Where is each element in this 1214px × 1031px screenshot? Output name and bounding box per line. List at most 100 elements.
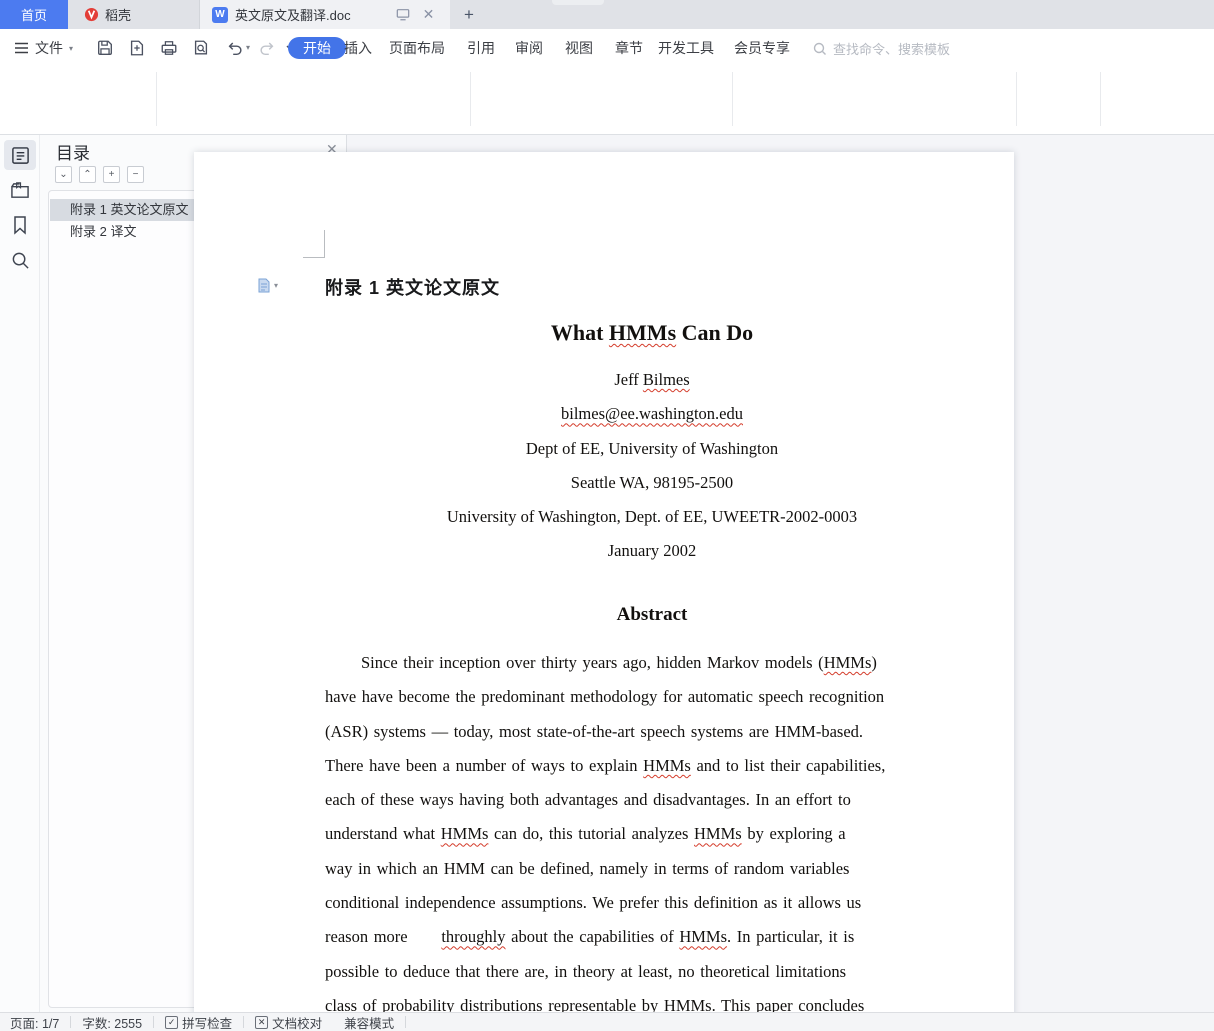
text-run: Seattle WA, 98195-2500 bbox=[570, 472, 734, 492]
tab-home-label: 首页 bbox=[20, 8, 47, 23]
tab-docer-label: 稻壳 bbox=[105, 8, 132, 23]
text-run: There have been a number of ways to expl… bbox=[325, 755, 644, 775]
tab-document-label: 英文原文及翻译.doc bbox=[235, 8, 351, 23]
undo-icon[interactable] bbox=[226, 39, 244, 57]
chevron-down-icon: ▾ bbox=[274, 281, 279, 290]
toc-panel-title: 目录 bbox=[56, 144, 90, 163]
print-icon[interactable] bbox=[160, 39, 178, 57]
hamburger-icon bbox=[15, 42, 28, 54]
command-search-placeholder: 查找命令、搜索模板 bbox=[833, 42, 951, 57]
main-area: 目录 ✕ ⌄ ⌃ + − 智能识别目录 附录 1 英文论文原文附录 2 译文 ▾… bbox=[0, 135, 1214, 1012]
window-drag-notch bbox=[552, 0, 604, 5]
doc-center-line: Seattle WA, 98195-2500 bbox=[325, 466, 979, 500]
proofread-toggle[interactable]: ✕ 文档校对 bbox=[255, 1013, 322, 1031]
text-run: and to list their capabilities, bbox=[690, 755, 886, 775]
file-menu-button[interactable]: 文件 ▾ bbox=[14, 37, 73, 59]
close-tab-icon[interactable]: ✕ bbox=[423, 6, 435, 23]
tab-docer[interactable]: 稻壳 bbox=[68, 0, 200, 29]
expand-level-button[interactable]: + bbox=[103, 166, 120, 183]
eye-protect-monitor-icon[interactable] bbox=[396, 8, 410, 21]
save-icon[interactable] bbox=[96, 39, 114, 57]
bookmark-icon bbox=[14, 216, 26, 235]
bookmark-panel-button[interactable] bbox=[4, 210, 36, 240]
chevron-down-icon: ▾ bbox=[69, 43, 74, 53]
writer-doc-icon: W bbox=[212, 6, 228, 23]
text-run: (ASR) systems — today, most state-of-the… bbox=[325, 721, 864, 741]
command-search[interactable]: 查找命令、搜索模板 bbox=[813, 39, 950, 58]
doc-body-line: have have become the predominant methodo… bbox=[325, 680, 1214, 714]
ribbon-toolbar: 粘贴 ▾ ✂ 剪切 复制 格式刷 黑体▾ 小三▾ A+ A− wén文 ▾ B … bbox=[0, 66, 1214, 195]
text-run: conditional independence assumptions. We… bbox=[325, 893, 862, 913]
misspelled-word: bilmes@ee.washington.edu bbox=[561, 404, 743, 424]
spellcheck-toggle[interactable]: ✓ 拼写检查 bbox=[165, 1013, 232, 1031]
undo-dropdown-icon[interactable]: ▾ bbox=[246, 43, 250, 52]
file-menu-label: 文件 bbox=[35, 40, 63, 56]
doc-center-line: Jeff Bilmes bbox=[325, 363, 979, 397]
text-run: class of probability distributions repre… bbox=[325, 995, 865, 1012]
abstract-heading: Abstract bbox=[616, 604, 688, 625]
doc-center-line: Dept of EE, University of Washington bbox=[325, 432, 979, 466]
menu-tab-9[interactable]: 会员专享 bbox=[730, 37, 794, 59]
sidebar-icon-strip bbox=[0, 135, 40, 1012]
paragraph-handle[interactable]: ▾ bbox=[257, 278, 278, 293]
misspelled-word: Bilmes bbox=[642, 370, 690, 389]
doc-body-line: class of probability distributions repre… bbox=[325, 989, 1214, 1012]
misspelled-word: HMMs bbox=[679, 927, 728, 947]
chapter-panel-button[interactable] bbox=[4, 175, 36, 205]
text-run: Dept of EE, University of Washington bbox=[525, 438, 779, 458]
compatibility-mode[interactable]: 兼容模式 bbox=[344, 1013, 394, 1031]
export-pdf-icon[interactable] bbox=[128, 39, 146, 57]
menu-tab-3[interactable]: 页面布局 bbox=[385, 37, 449, 59]
expand-all-button[interactable]: ⌄ bbox=[55, 166, 72, 183]
menu-tab-6[interactable]: 视图 bbox=[561, 37, 597, 59]
misspelled-word: HMMs bbox=[694, 824, 742, 844]
text-run: have have become the predominant methodo… bbox=[325, 687, 885, 707]
status-bar: 页面: 1/7 字数: 2555 ✓ 拼写检查 ✕ 文档校对 兼容模式 bbox=[0, 1012, 1214, 1031]
print-preview-icon[interactable] bbox=[192, 39, 210, 57]
doc-center-line: January 2002 bbox=[325, 534, 979, 568]
doc-body-line: conditional independence assumptions. We… bbox=[325, 886, 1214, 920]
menu-tab-5[interactable]: 审阅 bbox=[511, 37, 547, 59]
tab-document[interactable]: W 英文原文及翻译.doc ✕ bbox=[200, 0, 450, 29]
tab-home[interactable]: 首页 bbox=[0, 0, 68, 29]
author-block: Jeff Bilmes bilmes@ee.washington.edu Dept … bbox=[325, 363, 979, 569]
new-tab-button[interactable]: + bbox=[458, 4, 480, 26]
checkmark-checkbox-icon: ✓ bbox=[165, 1015, 179, 1029]
page-indicator[interactable]: 页面: 1/7 bbox=[10, 1013, 59, 1031]
redo-icon[interactable] bbox=[258, 39, 276, 57]
search-icon bbox=[813, 42, 826, 55]
menu-tab-8[interactable]: 开发工具 bbox=[654, 37, 718, 59]
misspelled-word: HMMs bbox=[440, 824, 489, 844]
collapse-level-button[interactable]: − bbox=[127, 166, 144, 183]
menu-tab-1[interactable]: 开始 bbox=[288, 37, 346, 59]
abstract-body: Since their inception over thirty years … bbox=[325, 646, 1214, 1012]
toc-panel-button[interactable] bbox=[4, 140, 36, 170]
document-page[interactable]: ▾ 附录 1 英文论文原文 What HMMs Can Do Jeff Bilm… bbox=[194, 152, 1014, 1012]
menu-tab-2[interactable]: 插入 bbox=[340, 37, 376, 59]
menu-tab-4[interactable]: 引用 bbox=[463, 37, 499, 59]
text-run: ) bbox=[871, 653, 877, 672]
doc-body-line: Since their inception over thirty years … bbox=[325, 646, 1214, 680]
text-run: can do, this tutorial analyzes bbox=[488, 824, 694, 844]
misspelled-word: HMMs bbox=[823, 653, 872, 672]
doc-body-line: (ASR) systems — today, most state-of-the… bbox=[325, 715, 1214, 749]
doc-body-line: reason more throughly about the capabili… bbox=[325, 920, 1214, 954]
misspelled-word: HMMs bbox=[643, 755, 691, 775]
text-run: reason more bbox=[325, 927, 442, 947]
text-run: understand what bbox=[325, 824, 441, 844]
search-icon bbox=[12, 252, 29, 269]
text-run: Can Do bbox=[676, 320, 754, 345]
menu-tab-7[interactable]: 章节 bbox=[611, 37, 647, 59]
outline-icon bbox=[11, 146, 29, 164]
text-run: Jeff bbox=[614, 370, 643, 389]
collapse-all-button[interactable]: ⌃ bbox=[79, 166, 96, 183]
doc-center-line: University of Washington, Dept. of EE, U… bbox=[325, 500, 979, 534]
text-run: . In particular, it is bbox=[727, 927, 855, 947]
misspelled-word: throughly bbox=[441, 927, 506, 947]
text-run: What bbox=[550, 320, 609, 345]
text-run: possible to deduce that there are, in th… bbox=[325, 961, 847, 981]
search-panel-button[interactable] bbox=[4, 245, 36, 275]
word-count[interactable]: 字数: 2555 bbox=[82, 1013, 142, 1031]
paper-title: What HMMs Can Do bbox=[325, 320, 979, 346]
menu-bar: 文件 ▾ ▾ 开始 插入 页面布局 引用 审阅 视图 章节 开发工具 会员专享 查找命令、搜索模… bbox=[0, 29, 1214, 86]
